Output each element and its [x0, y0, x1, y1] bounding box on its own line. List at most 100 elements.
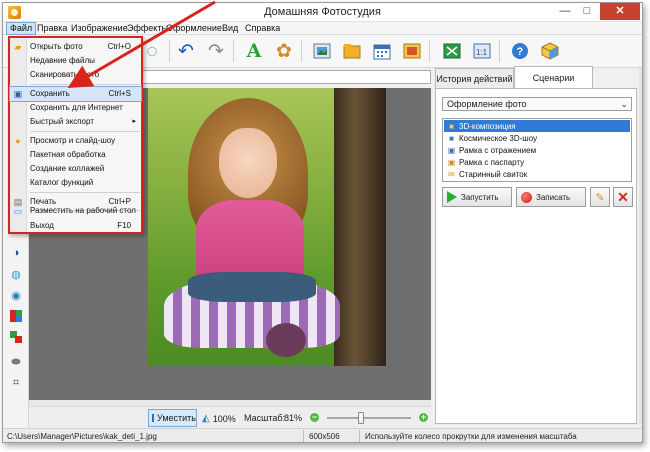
menu-help[interactable]: Справка [245, 23, 280, 33]
menu-image[interactable]: Изображение [71, 23, 128, 33]
contrast-icon[interactable]: ◑ [10, 247, 22, 259]
status-file-path: C:\Users\Manager\Pictures\kak_deti_1.jpg [7, 432, 157, 441]
scale-label: Масштаб: [244, 413, 286, 423]
menu-item-save-for-web[interactable]: Сохранить для Интернет [10, 101, 141, 115]
close-button[interactable]: ✕ [600, 3, 640, 20]
scenario-category-value: Оформление фото [447, 99, 527, 109]
tab-scenarios[interactable]: Сценарии [514, 66, 593, 88]
menu-item-batch[interactable]: Пакетная обработка [10, 148, 141, 162]
color-swatch-icon[interactable] [10, 310, 22, 322]
title-bar: Домашняя Фотостудия — □ ✕ [3, 3, 642, 22]
menu-item-recent-files[interactable]: Недавние файлы [10, 54, 141, 68]
zoom-100-button[interactable]: ◭ 100% [202, 413, 236, 424]
zoom-100-label: 100% [212, 413, 236, 424]
menu-view[interactable]: Вид [222, 23, 238, 33]
menu-item-catalog[interactable]: Каталог функций [10, 176, 141, 190]
status-bar: C:\Users\Manager\Pictures\kak_deti_1.jpg… [3, 428, 642, 442]
redo-icon[interactable]: ↷ [203, 38, 229, 64]
box-3d-icon[interactable] [537, 38, 563, 64]
zoom-in-button[interactable]: + [419, 413, 428, 422]
scenario-list: ■ 3D-композиция ■ Космическое 3D-шоу ▣ Р… [442, 118, 632, 182]
window-title: Домашняя Фотостудия [264, 6, 381, 18]
scenarios-panel: Оформление фото ⌄ ■ 3D-композиция ■ Косм… [435, 88, 637, 424]
photo-girl-on-grass [148, 88, 386, 366]
menu-item-save[interactable]: ▣ Сохранить Ctrl+S [9, 86, 142, 102]
play-icon [447, 191, 457, 203]
toolbar-separator [429, 40, 430, 62]
list-item[interactable]: ✉ Старинный свиток [444, 168, 630, 180]
zoom-slider-thumb[interactable] [358, 412, 364, 424]
menu-item-set-wallpaper[interactable]: ▭ Разместить на рабочий стол [10, 204, 141, 218]
fit-button[interactable]: Уместить [148, 409, 197, 427]
delete-icon: ✕ [617, 188, 629, 205]
eye-icon[interactable]: ◉ [10, 289, 22, 302]
menu-design[interactable]: Оформление [166, 23, 222, 33]
scenario-reflection-icon: ▣ [447, 145, 456, 155]
file-menu-dropdown: ▰ Открыть фото Ctrl+O Недавние файлы Ска… [8, 36, 143, 234]
list-item[interactable]: ▣ Рамка с паспарту [444, 156, 630, 168]
app-window: Домашняя Фотостудия — □ ✕ Файл Правка Из… [2, 2, 643, 443]
folder-frame-icon[interactable] [339, 38, 365, 64]
menu-edit[interactable]: Правка [37, 23, 67, 33]
desktop-icon: ▭ [13, 206, 23, 216]
menu-file[interactable]: Файл [6, 22, 37, 35]
menu-item-scan-photo[interactable]: Сканировать фото [10, 68, 141, 82]
scenario-3d-icon: ■ [449, 121, 454, 131]
tab-history[interactable]: История действий [435, 68, 514, 88]
toolbar-separator [233, 40, 234, 62]
menu-bar: Файл Правка Изображение Эффекты Оформлен… [3, 22, 642, 35]
status-hint: Используйте колесо прокрутки для изменен… [365, 432, 577, 441]
postcard-icon[interactable] [399, 38, 425, 64]
menu-item-exit[interactable]: Выход F10 [10, 219, 141, 233]
frame-picture-icon[interactable] [309, 38, 335, 64]
scenario-passepartout-icon: ▣ [447, 157, 456, 167]
menu-effects[interactable]: Эффекты [127, 23, 168, 33]
svg-text:?: ? [517, 46, 524, 58]
menu-item-open-photo[interactable]: ▰ Открыть фото Ctrl+O [10, 40, 141, 54]
menu-item-collage[interactable]: Создание коллажей [10, 162, 141, 176]
menu-item-slideshow[interactable]: ● Просмотр и слайд-шоу [10, 134, 141, 148]
zoom-out-button[interactable]: − [310, 413, 319, 422]
calendar-icon[interactable] [369, 38, 395, 64]
help-icon[interactable]: ? [507, 38, 533, 64]
zoom-bar: Уместить ◭ 100% Масштаб: 81% − + [29, 406, 431, 428]
delete-scenario-button[interactable]: ✕ [613, 187, 633, 207]
panel-scrollbar[interactable] [639, 68, 642, 424]
toolbar-separator [301, 40, 302, 62]
path-input[interactable] [140, 70, 431, 84]
chevron-down-icon: ⌄ [620, 99, 628, 109]
fit-label: Уместить [157, 413, 196, 423]
record-scenario-button[interactable]: Записать [516, 187, 586, 207]
zoom-slider-track[interactable] [327, 417, 411, 419]
actual-size-icon[interactable]: 1:1 [469, 38, 495, 64]
edit-scenario-button[interactable]: ✎ [590, 187, 610, 207]
toolbar-separator [169, 40, 170, 62]
record-label: Записать [536, 192, 571, 202]
run-label: Запустить [461, 192, 499, 202]
submenu-arrow-icon: ▸ [132, 118, 136, 125]
minimize-button[interactable]: — [554, 3, 576, 20]
menu-item-quick-export[interactable]: Быстрый экспорт ▸ [10, 115, 141, 129]
list-item[interactable]: ■ Космическое 3D-шоу [444, 132, 630, 144]
scenario-category-select[interactable]: Оформление фото ⌄ [442, 97, 632, 111]
svg-text:1:1: 1:1 [476, 48, 488, 57]
eraser-icon[interactable]: ⬬ [10, 356, 22, 368]
status-dimensions: 600x506 [309, 432, 340, 441]
undo-icon[interactable]: ↶ [173, 38, 199, 64]
maximize-button[interactable]: □ [576, 3, 598, 20]
run-scenario-button[interactable]: Запустить [442, 187, 512, 207]
record-icon [521, 191, 532, 203]
crop-icon[interactable]: ⌗ [10, 377, 22, 389]
layers-icon[interactable] [10, 331, 22, 343]
text-tool-icon[interactable]: A [241, 38, 267, 64]
list-item[interactable]: ■ 3D-композиция [444, 120, 630, 132]
lens-icon[interactable]: ◍ [10, 268, 22, 281]
fit-screen-icon[interactable] [439, 38, 465, 64]
palette-icon[interactable]: ✿ [271, 38, 297, 64]
wand-icon: ✎ [595, 191, 605, 204]
actual-size-small-icon: ◭ [202, 413, 210, 424]
scenario-space-icon: ■ [449, 133, 454, 143]
open-folder-icon: ▰ [14, 42, 22, 52]
save-disk-icon: ▣ [13, 89, 23, 99]
list-item[interactable]: ▣ Рамка с отражением [444, 144, 630, 156]
